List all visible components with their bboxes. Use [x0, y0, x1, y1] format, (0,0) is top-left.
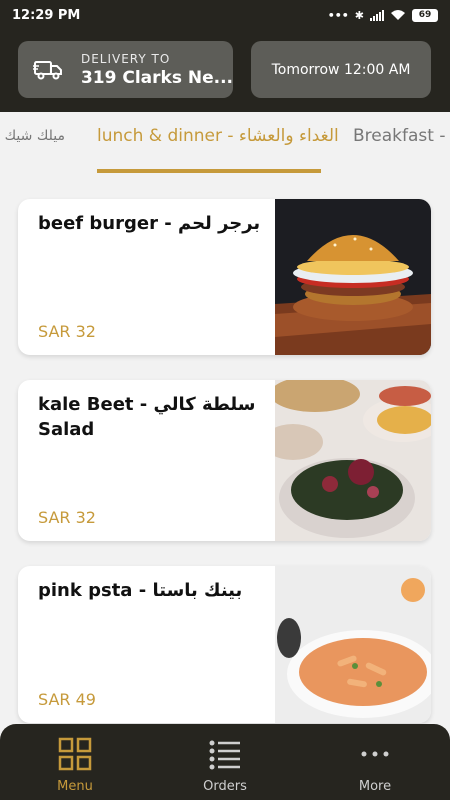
kale-salad-image — [275, 380, 431, 541]
active-tab-indicator — [97, 169, 321, 173]
delivery-address-button[interactable]: DELIVERY TO 319 Clarks Ne... — [18, 41, 233, 98]
truck-icon — [33, 60, 62, 79]
status-icons: ••• ✱ 69 — [327, 8, 438, 22]
battery-level: 69 — [418, 10, 432, 20]
tab-breakfast[interactable]: Breakfast - فطور — [353, 126, 450, 146]
pink-pasta-image — [275, 566, 431, 723]
list-icon — [209, 740, 240, 770]
delivery-address: 319 Clarks Ne... — [80, 67, 233, 88]
nav-more[interactable]: More — [300, 724, 450, 800]
nav-menu-label: Menu — [57, 779, 93, 794]
menu-item-card[interactable]: kale Beet - سلطة كالي Salad SAR 32 — [18, 380, 431, 541]
category-tabs: ميلك شيك lunch & dinner - الغداء والعشاء… — [0, 112, 450, 178]
menu-item-price: SAR 32 — [38, 508, 96, 527]
menu-item-card[interactable]: beef burger - برجر لحم SAR 32 — [18, 199, 431, 355]
bottom-navigation: Menu Orders More — [0, 724, 450, 800]
more-notifications-icon: ••• — [327, 8, 349, 22]
delivery-time-button[interactable]: Tomorrow 12:00 AM — [251, 41, 431, 98]
nav-orders-label: Orders — [203, 779, 247, 794]
menu-item-price: SAR 32 — [38, 322, 96, 341]
more-dots-icon — [361, 751, 389, 757]
grid-icon — [58, 737, 92, 771]
battery-icon: 69 — [412, 8, 438, 22]
nav-menu[interactable]: Menu — [0, 724, 150, 800]
tab-milkshake[interactable]: ميلك شيك — [5, 128, 65, 144]
wifi-icon — [391, 10, 405, 20]
menu-item-name: pink psta - بينك باستا — [38, 580, 243, 601]
menu-item-name: kale Beet - سلطة كالي Salad — [38, 394, 256, 441]
nav-more-label: More — [358, 779, 392, 794]
menu-item-name: beef burger - برجر لحم — [38, 213, 261, 234]
burger-image — [275, 199, 431, 355]
status-bar: 12:29 PM ••• ✱ 69 — [0, 0, 450, 30]
signal-icon — [370, 9, 384, 21]
menu-item-card[interactable]: pink psta - بينك باستا SAR 49 — [18, 566, 431, 723]
tab-lunch-dinner[interactable]: lunch & dinner - الغداء والعشاء — [97, 126, 339, 146]
menu-item-price: SAR 49 — [38, 690, 96, 709]
delivery-label: DELIVERY TO — [80, 51, 171, 66]
status-time: 12:29 PM — [12, 7, 81, 23]
header: DELIVERY TO 319 Clarks Ne... Tomorrow 12… — [0, 30, 450, 112]
bluetooth-icon: ✱ — [354, 8, 364, 22]
nav-orders[interactable]: Orders — [150, 724, 300, 800]
